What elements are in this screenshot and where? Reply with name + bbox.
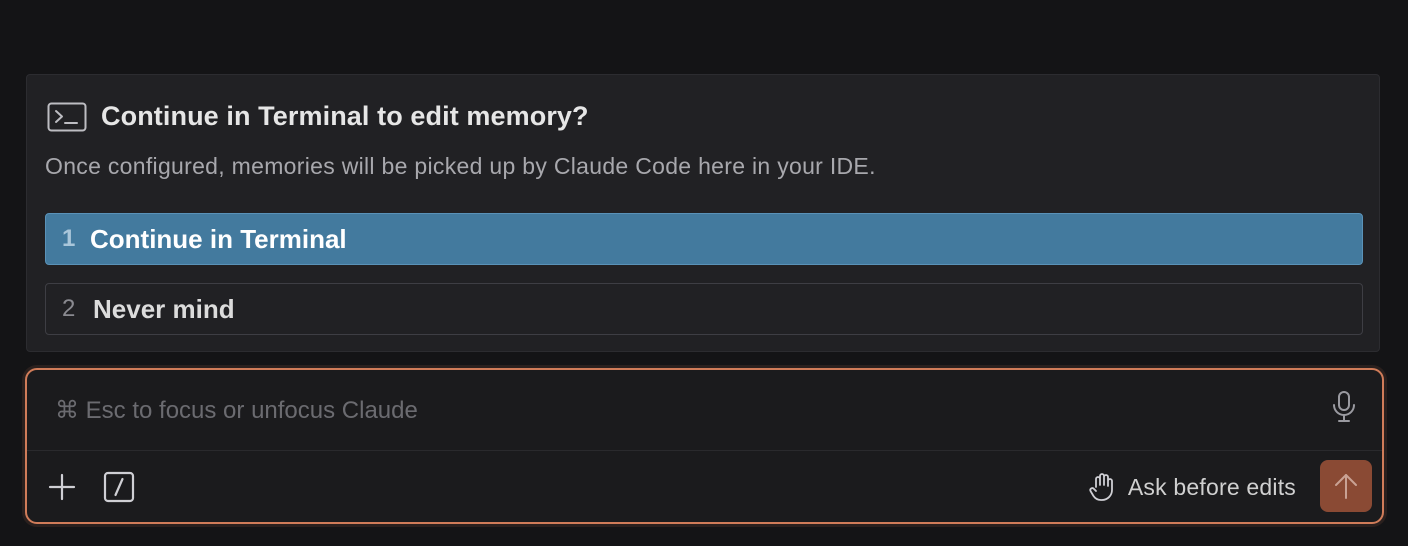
prompt-composer: Ask before edits — [25, 368, 1384, 524]
mode-label: Ask before edits — [1127, 473, 1296, 500]
permission-mode-toggle[interactable]: Ask before edits — [1088, 470, 1296, 504]
memory-dialog: Continue in Terminal to edit memory? Onc… — [26, 74, 1380, 352]
dialog-title: Continue in Terminal to edit memory? — [101, 101, 589, 131]
option-label: Continue in Terminal — [90, 223, 347, 254]
plus-icon[interactable] — [47, 472, 77, 502]
slash-command-icon[interactable] — [103, 471, 135, 503]
dialog-subtitle: Once configured, memories will be picked… — [45, 153, 876, 179]
option-number: 1 — [62, 225, 76, 252]
option-continue-in-terminal[interactable]: 1 Continue in Terminal — [45, 213, 1363, 265]
dialog-header: Continue in Terminal to edit memory? — [47, 101, 589, 132]
terminal-icon — [47, 102, 87, 131]
option-label: Never mind — [93, 293, 235, 324]
option-never-mind[interactable]: 2 Never mind — [45, 283, 1363, 335]
composer-divider — [27, 450, 1382, 451]
send-button[interactable] — [1320, 460, 1372, 512]
arrow-up-icon — [1335, 474, 1357, 499]
prompt-input[interactable] — [55, 394, 1315, 428]
app-root: Continue in Terminal to edit memory? Onc… — [0, 0, 1408, 546]
option-number: 2 — [62, 295, 76, 322]
microphone-icon[interactable] — [1330, 390, 1358, 424]
hand-icon — [1089, 473, 1113, 501]
